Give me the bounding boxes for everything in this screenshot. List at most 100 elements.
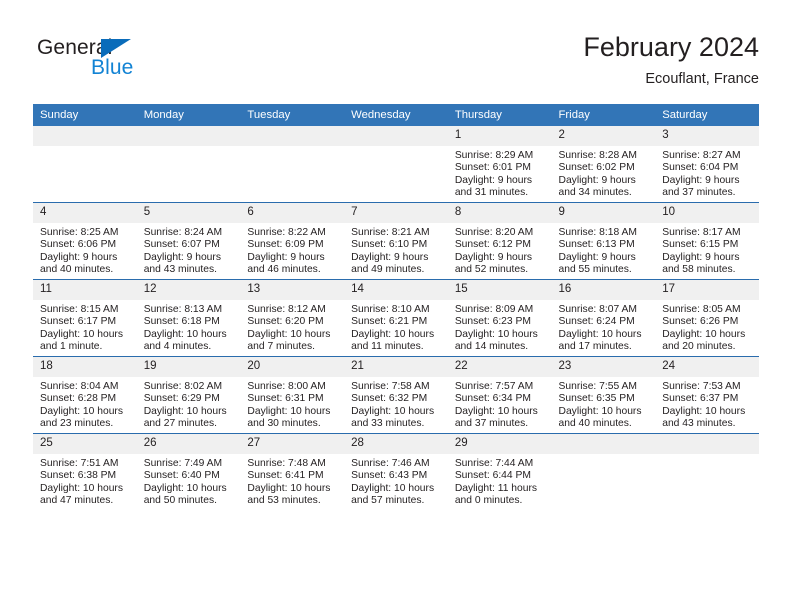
daylight-duration-line1: Daylight: 9 hours (247, 251, 325, 263)
day-number: 2 (551, 126, 656, 146)
sunset-time: Sunset: 6:18 PM (143, 316, 220, 328)
day-details: Sunrise: 8:29 AM Sunset: 6:01 PM Daylight:… (448, 146, 552, 200)
daylight-duration-line1: Daylight: 9 hours (558, 174, 636, 186)
daylight-duration-line1: Daylight: 10 hours (351, 328, 435, 340)
day-number: 18 (33, 357, 137, 377)
daylight-duration-line2: and 23 minutes. (40, 418, 114, 430)
daylight-duration-line2: and 46 minutes. (247, 264, 321, 276)
sunrise-time: Sunrise: 7:57 AM (454, 381, 534, 392)
day-details: Sunrise: 7:55 AM Sunset: 6:35 PM Daylight:… (552, 377, 656, 431)
calendar-day-cell[interactable]: 23 Sunrise: 7:55 AM Sunset: 6:35 PM Dayligh… (551, 356, 656, 434)
calendar-header-row: Sunday Monday Tuesday Wednesday Thursday… (33, 104, 759, 126)
brand-logo[interactable]: General Blue (33, 36, 253, 92)
calendar-day-cell[interactable]: 18 Sunrise: 8:04 AM Sunset: 6:28 PM Dayligh… (33, 356, 137, 434)
sunrise-time: Sunrise: 8:07 AM (558, 304, 637, 315)
sunset-time: Sunset: 6:34 PM (454, 393, 531, 405)
daylight-duration-line2: and 37 minutes. (454, 418, 529, 430)
day-number: 9 (551, 203, 656, 223)
sunrise-time: Sunrise: 8:00 AM (247, 381, 326, 392)
calendar-day-cell[interactable]: 27 Sunrise: 7:48 AM Sunset: 6:41 PM Dayligh… (240, 433, 345, 510)
day-number: 19 (136, 357, 241, 377)
daylight-duration-line1: Daylight: 10 hours (143, 482, 227, 494)
day-details: Sunrise: 8:05 AM Sunset: 6:26 PM Daylight:… (655, 300, 759, 354)
calendar-day-cell[interactable]: 20 Sunrise: 8:00 AM Sunset: 6:31 PM Dayligh… (240, 356, 345, 434)
calendar-day-cell[interactable]: 16 Sunrise: 8:07 AM Sunset: 6:24 PM Dayligh… (551, 279, 656, 357)
sunset-time: Sunset: 6:07 PM (143, 239, 220, 251)
sunrise-time: Sunrise: 8:24 AM (143, 227, 223, 238)
day-details: Sunrise: 8:04 AM Sunset: 6:28 PM Daylight:… (33, 377, 137, 431)
daylight-duration-line2: and 37 minutes. (662, 187, 736, 199)
daylight-duration-line1: Daylight: 10 hours (454, 405, 538, 417)
calendar-day-cell[interactable]: 12 Sunrise: 8:13 AM Sunset: 6:18 PM Dayligh… (136, 279, 241, 357)
daylight-duration-line2: and 33 minutes. (351, 418, 425, 430)
day-details: Sunrise: 8:20 AM Sunset: 6:12 PM Daylight:… (448, 223, 552, 277)
calendar-day-cell[interactable]: 8 Sunrise: 8:20 AM Sunset: 6:12 PM Daylight… (447, 202, 552, 280)
calendar-day-cell-empty (655, 433, 759, 510)
sunset-time: Sunset: 6:20 PM (247, 316, 324, 328)
calendar-day-cell[interactable]: 15 Sunrise: 8:09 AM Sunset: 6:23 PM Dayligh… (447, 279, 552, 357)
day-number: 1 (447, 126, 552, 146)
calendar-day-cell[interactable]: 6 Sunrise: 8:22 AM Sunset: 6:09 PM Daylight… (240, 202, 345, 280)
daylight-duration-line1: Daylight: 10 hours (247, 328, 331, 340)
calendar-day-cell[interactable]: 17 Sunrise: 8:05 AM Sunset: 6:26 PM Dayligh… (655, 279, 759, 357)
page-title: February 2024 (583, 32, 759, 62)
calendar-day-cell[interactable]: 2 Sunrise: 8:28 AM Sunset: 6:02 PM Daylight… (551, 126, 656, 203)
day-details: Sunrise: 7:53 AM Sunset: 6:37 PM Daylight:… (655, 377, 759, 431)
calendar-day-cell[interactable]: 26 Sunrise: 7:49 AM Sunset: 6:40 PM Dayligh… (136, 433, 241, 510)
daylight-duration-line2: and 1 minute. (40, 341, 103, 353)
calendar-day-cell[interactable]: 22 Sunrise: 7:57 AM Sunset: 6:34 PM Dayligh… (447, 356, 552, 434)
daylight-duration-line1: Daylight: 10 hours (558, 328, 642, 340)
day-number: 16 (551, 280, 656, 300)
day-number: 10 (655, 203, 759, 223)
sunset-time: Sunset: 6:23 PM (454, 316, 531, 328)
sunrise-time: Sunrise: 8:21 AM (351, 227, 430, 238)
calendar-day-cell[interactable]: 14 Sunrise: 8:10 AM Sunset: 6:21 PM Dayligh… (344, 279, 448, 357)
day-number: 23 (551, 357, 656, 377)
sunset-time: Sunset: 6:37 PM (662, 393, 739, 405)
sunset-time: Sunset: 6:24 PM (558, 316, 635, 328)
day-details: Sunrise: 7:48 AM Sunset: 6:41 PM Daylight:… (240, 454, 344, 508)
day-number: 7 (344, 203, 448, 223)
day-number: 13 (240, 280, 345, 300)
daylight-duration-line2: and 7 minutes. (247, 341, 315, 353)
calendar-day-cell[interactable]: 21 Sunrise: 7:58 AM Sunset: 6:32 PM Dayligh… (344, 356, 448, 434)
sunset-time: Sunset: 6:26 PM (662, 316, 739, 328)
calendar-day-cell[interactable]: 9 Sunrise: 8:18 AM Sunset: 6:13 PM Daylight… (551, 202, 656, 280)
sunset-time: Sunset: 6:02 PM (558, 162, 635, 174)
weekday-header-friday: Friday (551, 104, 656, 126)
calendar-day-cell[interactable]: 3 Sunrise: 8:27 AM Sunset: 6:04 PM Daylight… (655, 126, 759, 203)
daylight-duration-line2: and 57 minutes. (351, 495, 425, 507)
daylight-duration-line2: and 17 minutes. (558, 341, 632, 353)
day-details: Sunrise: 8:02 AM Sunset: 6:29 PM Daylight:… (137, 377, 241, 431)
sunrise-time: Sunrise: 7:55 AM (558, 381, 637, 392)
day-number: 15 (447, 280, 552, 300)
calendar-day-cell[interactable]: 25 Sunrise: 7:51 AM Sunset: 6:38 PM Dayligh… (33, 433, 137, 510)
calendar-day-cell[interactable]: 1 Sunrise: 8:29 AM Sunset: 6:01 PM Daylight… (447, 126, 552, 203)
calendar-day-cell[interactable]: 13 Sunrise: 8:12 AM Sunset: 6:20 PM Dayligh… (240, 279, 345, 357)
daylight-duration-line2: and 49 minutes. (351, 264, 425, 276)
calendar-day-cell[interactable]: 10 Sunrise: 8:17 AM Sunset: 6:15 PM Dayligh… (655, 202, 759, 280)
calendar-day-cell[interactable]: 4 Sunrise: 8:25 AM Sunset: 6:06 PM Daylight… (33, 202, 137, 280)
day-details: Sunrise: 8:24 AM Sunset: 6:07 PM Daylight:… (137, 223, 241, 277)
daylight-duration-line2: and 31 minutes. (454, 187, 529, 199)
day-details: Sunrise: 7:58 AM Sunset: 6:32 PM Daylight:… (344, 377, 448, 431)
weekday-header-monday: Monday (136, 104, 241, 126)
calendar-day-cell[interactable]: 29 Sunrise: 7:44 AM Sunset: 6:44 PM Dayligh… (447, 433, 552, 510)
day-details: Sunrise: 8:21 AM Sunset: 6:10 PM Daylight:… (344, 223, 448, 277)
day-number (240, 126, 345, 146)
daylight-duration-line1: Daylight: 10 hours (351, 482, 435, 494)
calendar-day-cell[interactable]: 28 Sunrise: 7:46 AM Sunset: 6:43 PM Dayligh… (344, 433, 448, 510)
day-number (136, 126, 241, 146)
daylight-duration-line1: Daylight: 9 hours (454, 174, 533, 186)
sunset-time: Sunset: 6:10 PM (351, 239, 428, 251)
calendar-day-cell[interactable]: 19 Sunrise: 8:02 AM Sunset: 6:29 PM Dayligh… (136, 356, 241, 434)
calendar-day-cell[interactable]: 11 Sunrise: 8:15 AM Sunset: 6:17 PM Dayligh… (33, 279, 137, 357)
daylight-duration-line1: Daylight: 10 hours (247, 482, 331, 494)
day-number: 17 (655, 280, 759, 300)
daylight-duration-line1: Daylight: 11 hours (454, 482, 538, 494)
calendar-day-cell[interactable]: 7 Sunrise: 8:21 AM Sunset: 6:10 PM Daylight… (344, 202, 448, 280)
calendar-day-cell[interactable]: 24 Sunrise: 7:53 AM Sunset: 6:37 PM Dayligh… (655, 356, 759, 434)
weekday-header-tuesday: Tuesday (240, 104, 345, 126)
day-number: 5 (136, 203, 241, 223)
calendar-day-cell[interactable]: 5 Sunrise: 8:24 AM Sunset: 6:07 PM Daylight… (136, 202, 241, 280)
